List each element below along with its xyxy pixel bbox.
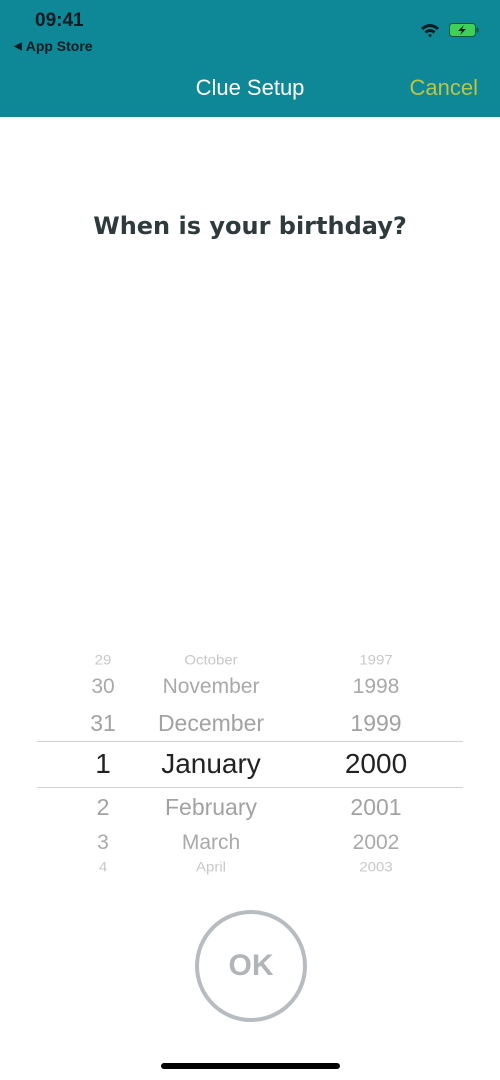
month-option-selected[interactable]: January: [161, 748, 261, 780]
day-option[interactable]: 4: [99, 860, 107, 875]
battery-charging-icon: [449, 23, 479, 37]
day-option[interactable]: 29: [95, 653, 112, 668]
day-option[interactable]: 30: [91, 675, 114, 699]
year-option-selected[interactable]: 2000: [345, 748, 407, 780]
month-option[interactable]: December: [158, 710, 264, 737]
ok-button[interactable]: OK: [195, 910, 307, 1022]
month-option[interactable]: November: [163, 675, 260, 699]
status-time: 09:41: [35, 10, 84, 31]
back-arrow-icon: ◀: [14, 40, 22, 52]
day-option[interactable]: 31: [90, 710, 116, 737]
day-option[interactable]: 3: [97, 831, 109, 855]
year-option[interactable]: 1999: [350, 710, 401, 737]
year-option[interactable]: 2002: [353, 831, 400, 855]
selection-top-line: [37, 741, 463, 742]
month-option[interactable]: October: [184, 653, 237, 668]
month-option[interactable]: February: [165, 794, 257, 821]
back-label: App Store: [25, 38, 93, 54]
home-indicator: [161, 1063, 340, 1069]
year-option[interactable]: 1997: [359, 653, 392, 668]
year-option[interactable]: 2003: [359, 860, 392, 875]
date-picker[interactable]: 29 30 31 1 2 3 4 October November December Januar…: [0, 640, 500, 880]
month-option[interactable]: April: [196, 860, 226, 875]
day-option[interactable]: 2: [97, 794, 110, 821]
back-to-app-store[interactable]: ◀ App Store: [14, 38, 93, 54]
month-option[interactable]: March: [182, 831, 240, 855]
wifi-icon: [421, 24, 439, 38]
year-option[interactable]: 1998: [353, 675, 400, 699]
nav-header: 09:41 ◀ App Store Clue Setup Cancel: [0, 0, 500, 117]
day-option-selected[interactable]: 1: [95, 748, 111, 780]
cancel-button[interactable]: Cancel: [410, 75, 478, 101]
selection-bottom-line: [37, 787, 463, 788]
year-option[interactable]: 2001: [350, 794, 401, 821]
birthday-question: When is your birthday?: [93, 212, 407, 240]
